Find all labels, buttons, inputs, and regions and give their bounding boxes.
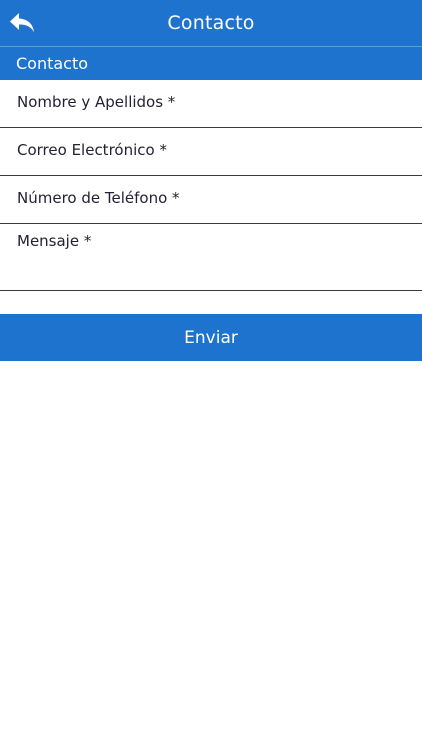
section-title: Contacto: [16, 54, 89, 73]
name-field-placeholder: Nombre y Apellidos *: [17, 93, 176, 111]
page-title: Contacto: [167, 12, 255, 34]
name-field[interactable]: Nombre y Apellidos *: [0, 80, 422, 128]
navigation-bar: Contacto: [0, 0, 422, 46]
back-button[interactable]: [6, 8, 38, 38]
phone-field-placeholder: Número de Teléfono *: [17, 189, 180, 207]
section-header: Contacto: [0, 46, 422, 80]
send-button[interactable]: Enviar: [0, 314, 422, 361]
message-field-placeholder: Mensaje *: [17, 232, 92, 250]
send-button-label: Enviar: [184, 327, 238, 348]
contact-form: Nombre y Apellidos * Correo Electrónico …: [0, 80, 422, 291]
phone-field[interactable]: Número de Teléfono *: [0, 176, 422, 224]
message-field[interactable]: Mensaje *: [0, 224, 422, 291]
reply-arrow-icon: [10, 13, 34, 32]
email-field[interactable]: Correo Electrónico *: [0, 128, 422, 176]
email-field-placeholder: Correo Electrónico *: [17, 141, 167, 159]
